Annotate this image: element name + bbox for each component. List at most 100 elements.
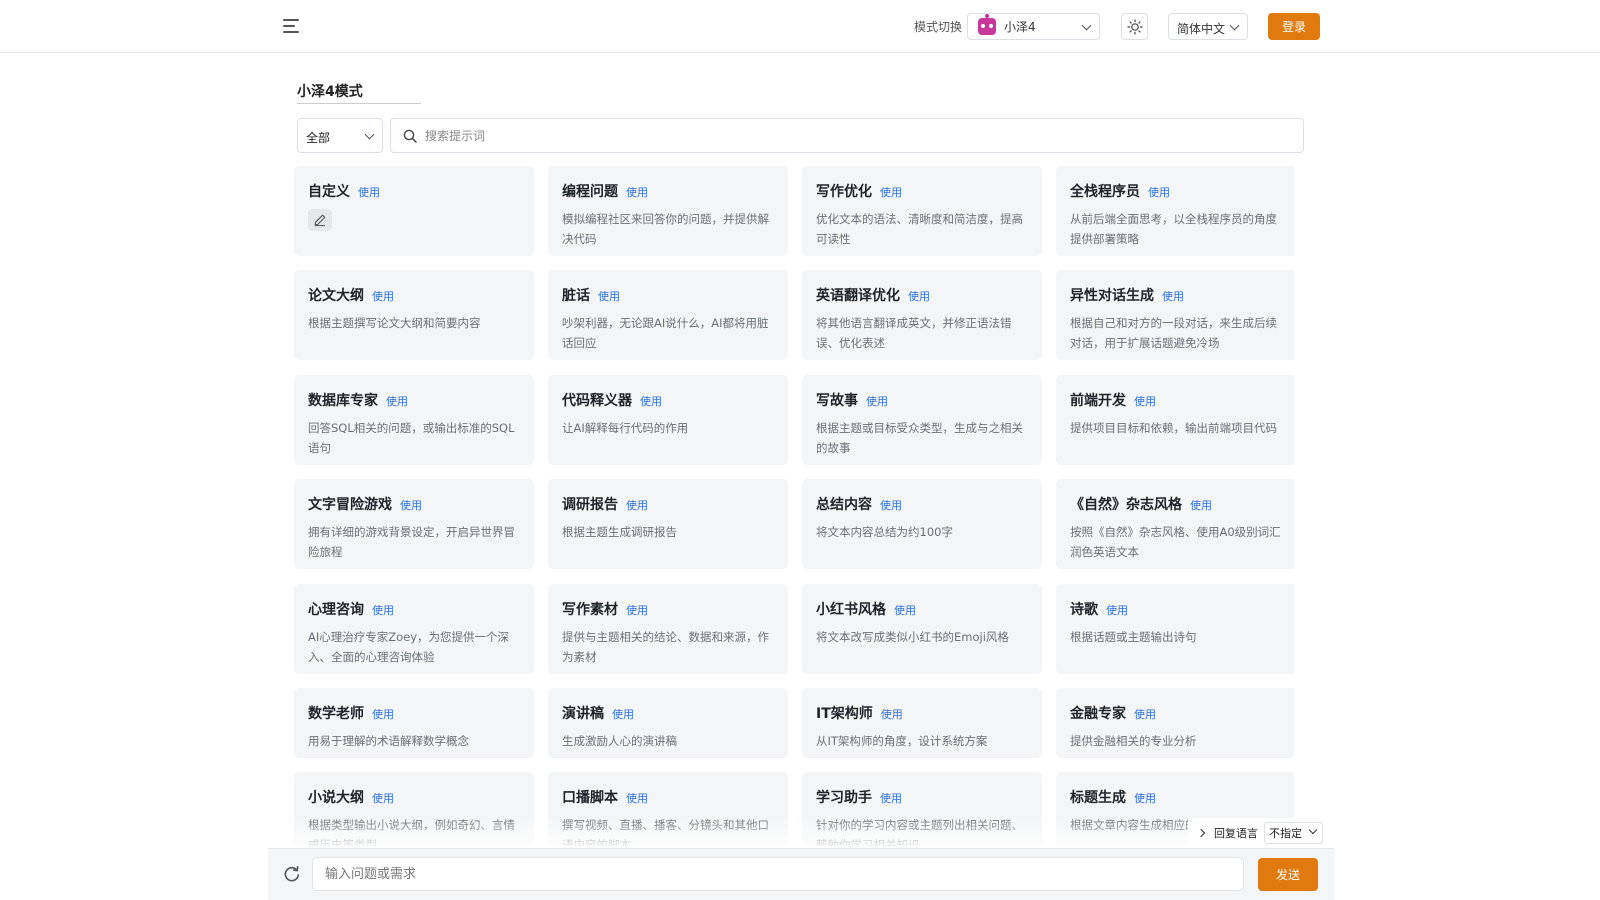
language-select[interactable]: 简体中文 <box>1168 13 1248 40</box>
use-link[interactable]: 使用 <box>640 393 662 409</box>
category-select[interactable]: 全部 <box>297 118 383 153</box>
use-link[interactable]: 使用 <box>626 790 648 806</box>
prompt-card[interactable]: 写作素材 使用提供与主题相关的结论、数据和来源，作为素材 <box>548 584 788 674</box>
use-link[interactable]: 使用 <box>1134 706 1156 722</box>
prompt-card[interactable]: 诗歌 使用 根据话题或主题输出诗句 <box>1056 584 1294 674</box>
chevron-down-icon <box>1229 20 1240 31</box>
prompt-card[interactable]: 论文大纲 使用 根据主题撰写论文大纲和简要内容 <box>294 270 534 360</box>
prompt-card-title: 异性对话生成 <box>1070 288 1154 304</box>
use-link[interactable]: 使用 <box>358 184 380 200</box>
prompt-card-title: 学习助手 <box>816 790 872 806</box>
prompt-card-title: 写作优化 <box>816 184 872 200</box>
prompt-card-header: 口播脚本 使用 <box>562 787 774 807</box>
theme-toggle-button[interactable] <box>1121 13 1148 40</box>
menu-icon[interactable] <box>283 17 303 35</box>
prompt-card-header: 学习助手 使用 <box>816 787 1028 807</box>
search-box <box>390 118 1304 153</box>
use-link[interactable]: 使用 <box>1148 184 1170 200</box>
refresh-button[interactable] <box>282 864 302 884</box>
use-link[interactable]: 使用 <box>1134 393 1156 409</box>
prompt-card-description: 优化文本的语法、清晰度和简洁度，提高可读性 <box>816 212 1023 246</box>
chevron-down-icon <box>364 129 375 140</box>
prompt-card-description: 将其他语言翻译成英文，并修正语法错误、优化表述 <box>816 316 1012 350</box>
prompt-card[interactable]: 文字冒险游戏 使用 拥有详细的游戏背景设定，开启异世界冒险旅程 <box>294 479 534 569</box>
prompt-card[interactable]: 调研报告 使用根据主题生成调研报告 <box>548 479 788 569</box>
use-link[interactable]: 使用 <box>626 497 648 513</box>
prompt-card[interactable]: 数据库专家 使用 回答SQL相关的问题，或输出标准的SQL语句 <box>294 375 534 465</box>
message-input[interactable] <box>312 857 1244 891</box>
use-link[interactable]: 使用 <box>372 790 394 806</box>
prompt-card-description: AI心理治疗专家Zoey，为您提供一个深入、全面的心理咨询体验 <box>308 630 510 664</box>
prompt-card-title: 脏话 <box>562 288 590 304</box>
prompt-card-title: 调研报告 <box>562 497 618 513</box>
use-link[interactable]: 使用 <box>881 706 903 722</box>
prompt-card-header: 演讲稿 使用 <box>562 703 774 723</box>
use-link[interactable]: 使用 <box>372 288 394 304</box>
prompt-card[interactable]: 数学老师 使用 用易于理解的术语解释数学概念 <box>294 688 534 758</box>
prompt-card[interactable]: 演讲稿 使用 生成激励人心的演讲稿 <box>548 688 788 758</box>
use-link[interactable]: 使用 <box>386 393 408 409</box>
prompt-card-title: 论文大纲 <box>308 288 364 304</box>
use-link[interactable]: 使用 <box>598 288 620 304</box>
chevron-right-icon[interactable] <box>1196 828 1206 838</box>
prompt-card-header: 代码释义器 使用 <box>562 390 774 410</box>
prompt-card[interactable]: 金融专家 使用 提供金融相关的专业分析 <box>1056 688 1294 758</box>
prompt-card-title: 写作素材 <box>562 602 618 618</box>
use-link[interactable]: 使用 <box>626 602 648 618</box>
prompt-card-header: 异性对话生成 使用 <box>1070 285 1282 305</box>
prompt-card-header: 写作素材 使用 <box>562 599 774 619</box>
reply-language-select[interactable]: 不指定 <box>1264 822 1323 844</box>
use-link[interactable]: 使用 <box>866 393 888 409</box>
prompt-card[interactable]: 前端开发 使用 提供项目目标和依赖，输出前端项目代码 <box>1056 375 1294 465</box>
use-link[interactable]: 使用 <box>1134 790 1156 806</box>
prompt-card[interactable]: 小红书风格 使用 将文本改写成类似小红书的Emoji风格 <box>802 584 1042 674</box>
use-link[interactable]: 使用 <box>1162 288 1184 304</box>
sun-icon <box>1126 18 1143 35</box>
prompt-card-description: 回答SQL相关的问题，或输出标准的SQL语句 <box>308 421 515 455</box>
use-link[interactable]: 使用 <box>400 497 422 513</box>
prompt-card-description: 提供与主题相关的结论、数据和来源，作为素材 <box>562 630 769 664</box>
prompt-card[interactable]: 脏话 使用 吵架利器，无论跟AI说什么，AI都将用脏话回应 <box>548 270 788 360</box>
reply-language-label: 回复语言 <box>1214 827 1258 840</box>
prompt-card-header: 英语翻译优化 使用 <box>816 285 1028 305</box>
prompt-card-title: 标题生成 <box>1070 790 1126 806</box>
use-link[interactable]: 使用 <box>612 706 634 722</box>
prompt-card-grid: 自定义 使用 编程问题 使用 模拟编程社区来回答你的问题，并提供解决代码 写作优化 使用 优化… <box>294 166 1294 846</box>
use-link[interactable]: 使用 <box>372 706 394 722</box>
prompt-card-header: 小说大纲 使用 <box>308 787 520 807</box>
use-link[interactable]: 使用 <box>626 184 648 200</box>
use-link[interactable]: 使用 <box>880 497 902 513</box>
prompt-card-description: 根据主题生成调研报告 <box>562 525 677 539</box>
prompt-card[interactable]: 编程问题 使用 模拟编程社区来回答你的问题，并提供解决代码 <box>548 166 788 256</box>
prompt-card[interactable]: 英语翻译优化 使用将其他语言翻译成英文，并修正语法错误、优化表述 <box>802 270 1042 360</box>
prompt-card[interactable]: 自定义 使用 <box>294 166 534 256</box>
use-link[interactable]: 使用 <box>894 602 916 618</box>
prompt-card[interactable]: 异性对话生成 使用 根据自己和对方的一段对话，来生成后续对话，用于扩展话题避免冷场 <box>1056 270 1294 360</box>
use-link[interactable]: 使用 <box>880 184 902 200</box>
prompt-card[interactable]: 总结内容 使用 将文本内容总结为约100字 <box>802 479 1042 569</box>
use-link[interactable]: 使用 <box>372 602 394 618</box>
prompt-card-header: 数学老师 使用 <box>308 703 520 723</box>
edit-button[interactable] <box>308 209 332 231</box>
prompt-card-description: 让AI解释每行代码的作用 <box>562 421 689 435</box>
login-button[interactable]: 登录 <box>1268 13 1320 40</box>
prompt-card[interactable]: 《自然》杂志风格 使用 按照《自然》杂志风格、使用A0级别词汇润色英语文本 <box>1056 479 1294 569</box>
prompt-card-header: 小红书风格 使用 <box>816 599 1028 619</box>
prompt-card-header: 《自然》杂志风格 使用 <box>1070 494 1282 514</box>
use-link[interactable]: 使用 <box>880 790 902 806</box>
use-link[interactable]: 使用 <box>1106 602 1128 618</box>
prompt-card[interactable]: 全栈程序员 使用 从前后端全面思考，以全栈程序员的角度提供部署策略 <box>1056 166 1294 256</box>
use-link[interactable]: 使用 <box>1190 497 1212 513</box>
use-link[interactable]: 使用 <box>908 288 930 304</box>
prompt-card[interactable]: 写故事 使用 根据主题或目标受众类型，生成与之相关的故事 <box>802 375 1042 465</box>
prompt-card[interactable]: IT架构师 使用 从IT架构师的角度，设计系统方案 <box>802 688 1042 758</box>
search-input[interactable] <box>425 128 1285 143</box>
prompt-card-title: IT架构师 <box>816 706 873 722</box>
model-select[interactable]: 小泽4 <box>967 13 1100 40</box>
prompt-card[interactable]: 心理咨询 使用 AI心理治疗专家Zoey，为您提供一个深入、全面的心理咨询体验 <box>294 584 534 674</box>
prompt-card[interactable]: 代码释义器 使用让AI解释每行代码的作用 <box>548 375 788 465</box>
send-button[interactable]: 发送 <box>1258 858 1318 891</box>
prompt-card[interactable]: 写作优化 使用优化文本的语法、清晰度和简洁度，提高可读性 <box>802 166 1042 256</box>
prompt-card-title: 全栈程序员 <box>1070 184 1140 200</box>
prompt-card-description: 根据话题或主题输出诗句 <box>1070 630 1197 644</box>
